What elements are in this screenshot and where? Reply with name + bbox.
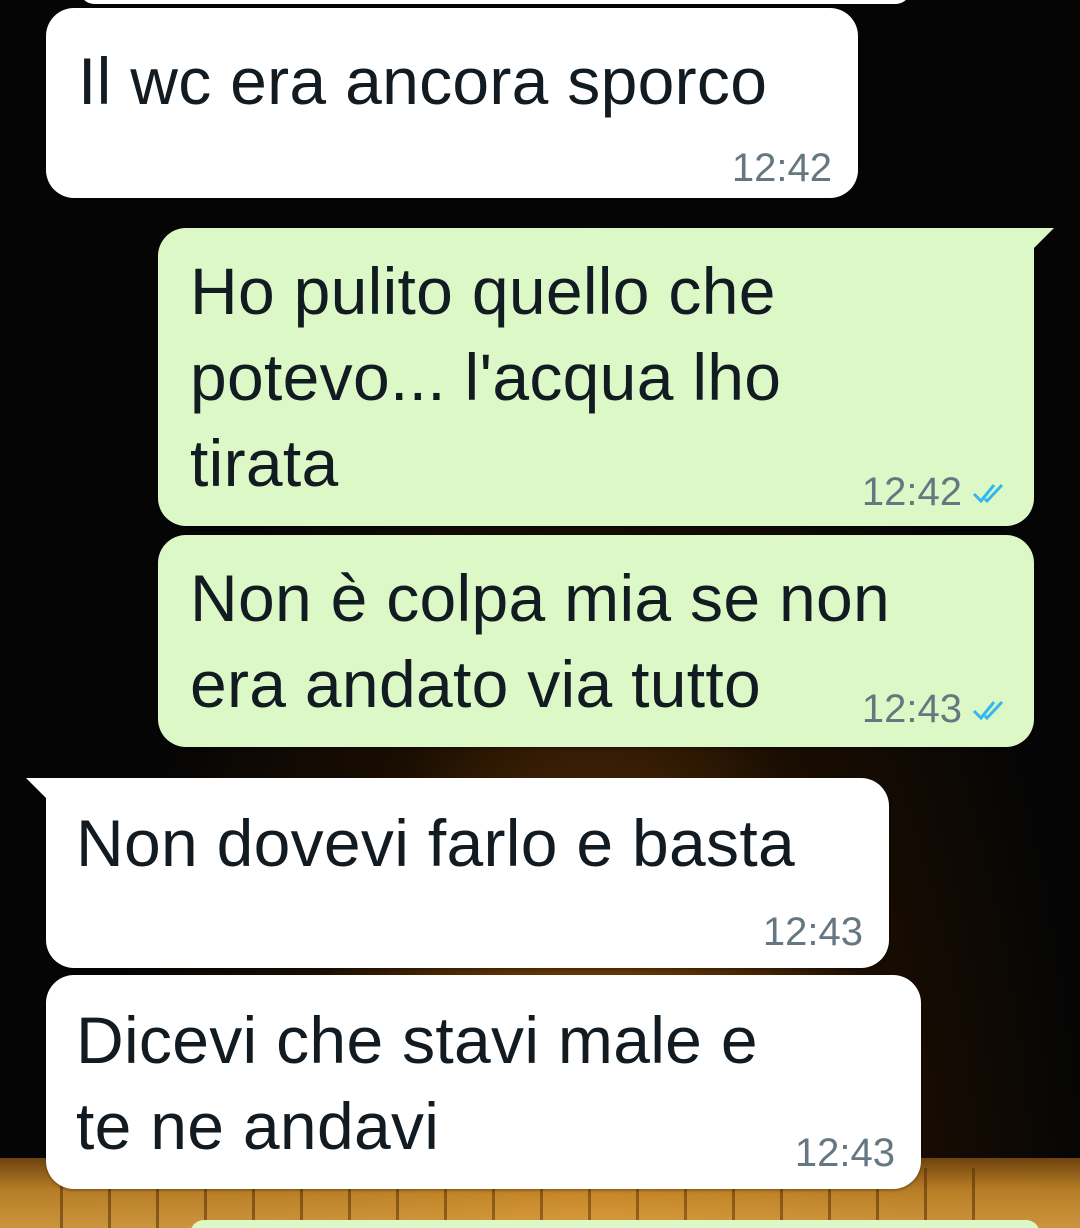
message-meta: 12:42 — [732, 146, 832, 191]
double-check-icon — [972, 700, 1004, 720]
message-time: 12:42 — [861, 470, 962, 514]
message-meta: 12:43 — [795, 1131, 895, 1176]
message-bubble-incoming[interactable]: Dicevi che stavi male e te ne andavi 12:… — [46, 975, 921, 1189]
double-check-icon — [972, 483, 1004, 503]
message-time: 12:43 — [794, 1131, 895, 1175]
message-time: 12:43 — [762, 910, 863, 954]
bubble-tail — [1028, 228, 1054, 254]
message-text: Ho pulito quello che potevo... l'acqua l… — [190, 254, 782, 500]
message-bubble-incoming[interactable]: Non dovevi farlo e basta 12:43 — [26, 778, 889, 968]
bubble-tail — [26, 778, 52, 804]
message-bubble-outgoing[interactable]: Non è colpa mia se non era andato via tu… — [158, 535, 1034, 747]
message-bubble-outgoing[interactable]: Ho pulito quello che potevo... l'acqua l… — [158, 228, 1054, 526]
message-meta: 12:43 — [763, 910, 863, 955]
message-time: 12:42 — [731, 146, 832, 190]
message-time: 12:43 — [861, 687, 962, 731]
message-bubble-incoming[interactable]: Il wc era ancora sporco 12:42 — [46, 8, 858, 198]
message-meta: 12:43 — [862, 687, 1008, 732]
message-text: Non è colpa mia se non era andato via tu… — [190, 561, 891, 721]
message-meta: 12:42 — [862, 470, 1008, 515]
previous-message-bubble-edge — [80, 0, 910, 4]
next-message-bubble-edge — [190, 1220, 1040, 1228]
message-text: Dicevi che stavi male e te ne andavi — [76, 1003, 758, 1163]
message-text: Non dovevi farlo e basta — [76, 806, 795, 880]
message-text: Il wc era ancora sporco — [78, 44, 768, 118]
